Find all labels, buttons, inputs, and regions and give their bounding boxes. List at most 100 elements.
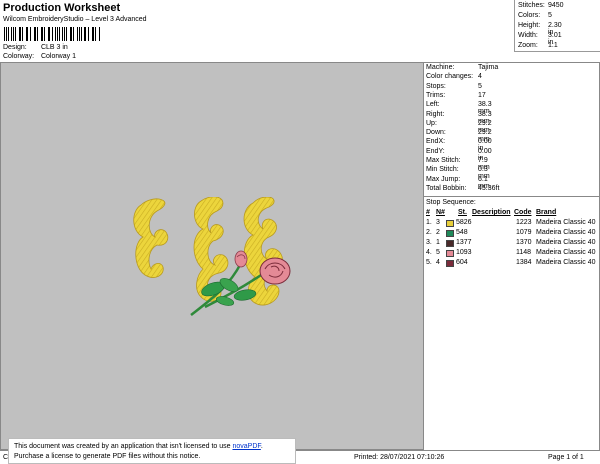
zoom-label: Zoom: bbox=[518, 42, 538, 49]
worksheet-header: Production Worksheet Wilcom EmbroiderySt… bbox=[0, 0, 600, 62]
stitches-value: 9450 bbox=[548, 2, 564, 9]
stop-n: 5 bbox=[436, 249, 440, 256]
info-row: Color changes: 4 bbox=[426, 73, 482, 81]
notice-text-1: This document was created by an applicat… bbox=[14, 443, 231, 450]
stop-brand: Madeira Classic 40 bbox=[536, 249, 596, 256]
height-row: Height: 2.30 in bbox=[518, 22, 562, 36]
color-swatch bbox=[446, 250, 454, 257]
height-label: Height: bbox=[518, 22, 541, 29]
barcode-bar bbox=[62, 27, 63, 41]
info-row: Max Stitch: 7.9 mm bbox=[426, 157, 490, 171]
stop-row: 1. 3 5826 1223 Madeira Classic 40 bbox=[424, 219, 600, 229]
notice-line-1: This document was created by an applicat… bbox=[14, 443, 263, 450]
info-label: Max Jump: bbox=[426, 175, 461, 183]
summary-box: Stitches: 9450 Colors: 5 Height: 2.30 in Wi… bbox=[514, 0, 600, 52]
machine-info: Machine: Tajima Color changes: 4 Stops: 5 Trim… bbox=[424, 63, 600, 197]
notice-line-2: Purchase a license to generate PDF files… bbox=[14, 453, 201, 460]
colors-row: Colors: 5 bbox=[518, 12, 552, 19]
stop-brand: Madeira Classic 40 bbox=[536, 229, 596, 236]
license-notice: This document was created by an applicat… bbox=[8, 438, 296, 464]
barcode-bar bbox=[37, 27, 38, 41]
stop-brand: Madeira Classic 40 bbox=[536, 219, 596, 226]
barcode-bar bbox=[77, 27, 78, 41]
stop-brand: Madeira Classic 40 bbox=[536, 239, 596, 246]
info-label: Color changes: bbox=[426, 73, 474, 81]
barcode-bar bbox=[51, 27, 53, 41]
info-label: Machine: bbox=[426, 64, 455, 71]
barcode-bar bbox=[11, 27, 12, 41]
info-value: 5 bbox=[478, 82, 482, 90]
info-label: Total Bobbin: bbox=[426, 184, 467, 192]
stitches-row: Stitches: 9450 bbox=[518, 2, 564, 9]
stop-code-id: 548 bbox=[456, 229, 468, 236]
barcode-bar bbox=[44, 27, 45, 41]
software-subtitle: Wilcom EmbroideryStudio – Level 3 Advanc… bbox=[3, 16, 147, 23]
design-label: Design: bbox=[3, 44, 27, 51]
barcode-bar bbox=[12, 27, 14, 41]
stop-num: 3. bbox=[426, 239, 432, 246]
barcode-bar bbox=[22, 27, 23, 41]
page-number: Page 1 of 1 bbox=[548, 454, 584, 461]
barcode-bar bbox=[4, 27, 5, 41]
info-value: 45.36ft bbox=[478, 184, 500, 192]
info-value: Tajima bbox=[478, 64, 499, 71]
col-num: # bbox=[426, 209, 430, 216]
info-row: Right: 38.3 mm bbox=[426, 111, 492, 125]
barcode-bar bbox=[25, 27, 27, 41]
colorway-value: Colorway 1 bbox=[40, 53, 76, 60]
info-label: Left: bbox=[426, 101, 440, 109]
stop-num: 1. bbox=[426, 219, 432, 226]
design-row: Design: CLB 3 in bbox=[3, 44, 68, 51]
color-swatch bbox=[446, 240, 454, 247]
stop-stitches: 1384 bbox=[516, 259, 532, 266]
info-row: Max Jump: 6.1 mm bbox=[426, 175, 490, 190]
barcode-bar bbox=[29, 27, 31, 41]
stop-num: 5. bbox=[426, 259, 432, 266]
colors-value: 5 bbox=[548, 12, 552, 19]
stop-n: 2 bbox=[436, 229, 440, 236]
barcode bbox=[4, 27, 100, 41]
barcode-bar bbox=[49, 27, 50, 41]
color-swatch bbox=[446, 220, 454, 227]
details-panel: Machine: Tajima Color changes: 4 Stops: 5 Trim… bbox=[424, 62, 600, 450]
stop-stitches: 1370 bbox=[516, 239, 532, 246]
info-row: Down: 29.2 mm bbox=[426, 129, 492, 143]
zoom-value: 1:1 bbox=[548, 42, 558, 49]
barcode-bar bbox=[85, 27, 87, 41]
info-row: Trims: 17 bbox=[426, 92, 486, 99]
info-value: 4 bbox=[478, 73, 482, 81]
info-row: Total Bobbin: 45.36ft bbox=[426, 184, 499, 192]
stop-n: 3 bbox=[436, 219, 440, 226]
colorway-row: Colorway: Colorway 1 bbox=[3, 53, 76, 60]
color-swatch bbox=[446, 230, 454, 237]
info-label: Stops: bbox=[426, 82, 446, 90]
stop-code-id: 604 bbox=[456, 259, 468, 266]
colors-label: Colors: bbox=[518, 12, 541, 19]
printed-timestamp: Printed: 28/07/2021 07:10:26 bbox=[354, 454, 445, 461]
info-row: EndY: 0.00 in bbox=[426, 147, 492, 162]
info-label: Min Stitch: bbox=[426, 166, 459, 174]
barcode-bar bbox=[66, 27, 67, 41]
stop-n: 1 bbox=[436, 239, 440, 246]
info-label: EndY: bbox=[426, 147, 445, 155]
info-row: Stops: 5 bbox=[426, 82, 482, 90]
info-row: Up: 29.2 mm bbox=[426, 120, 492, 134]
page-title: Production Worksheet bbox=[3, 2, 121, 14]
stop-code-id: 5826 bbox=[456, 219, 472, 226]
info-row: EndX: 0.00 in bbox=[426, 138, 492, 152]
novapdf-link[interactable]: novaPDF bbox=[232, 443, 260, 450]
color-swatch bbox=[446, 260, 454, 267]
barcode-bar bbox=[73, 27, 75, 41]
stitches-label: Stitches: bbox=[518, 2, 545, 9]
col-st: St. bbox=[458, 209, 467, 216]
stop-code-id: 1093 bbox=[456, 249, 472, 256]
stop-row: 4. 5 1093 1148 Madeira Classic 40 bbox=[424, 249, 600, 259]
col-description: Description bbox=[472, 209, 511, 216]
info-label: Max Stitch: bbox=[426, 157, 461, 164]
barcode-bar bbox=[98, 27, 100, 41]
embroidery-design-image bbox=[133, 197, 291, 316]
stop-sequence-title: Stop Sequence: bbox=[426, 199, 476, 206]
info-row: Min Stitch: 0.3 mm bbox=[426, 166, 490, 180]
col-code: Code bbox=[514, 209, 532, 216]
stop-row: 3. 1 1377 1370 Madeira Classic 40 bbox=[424, 239, 600, 249]
